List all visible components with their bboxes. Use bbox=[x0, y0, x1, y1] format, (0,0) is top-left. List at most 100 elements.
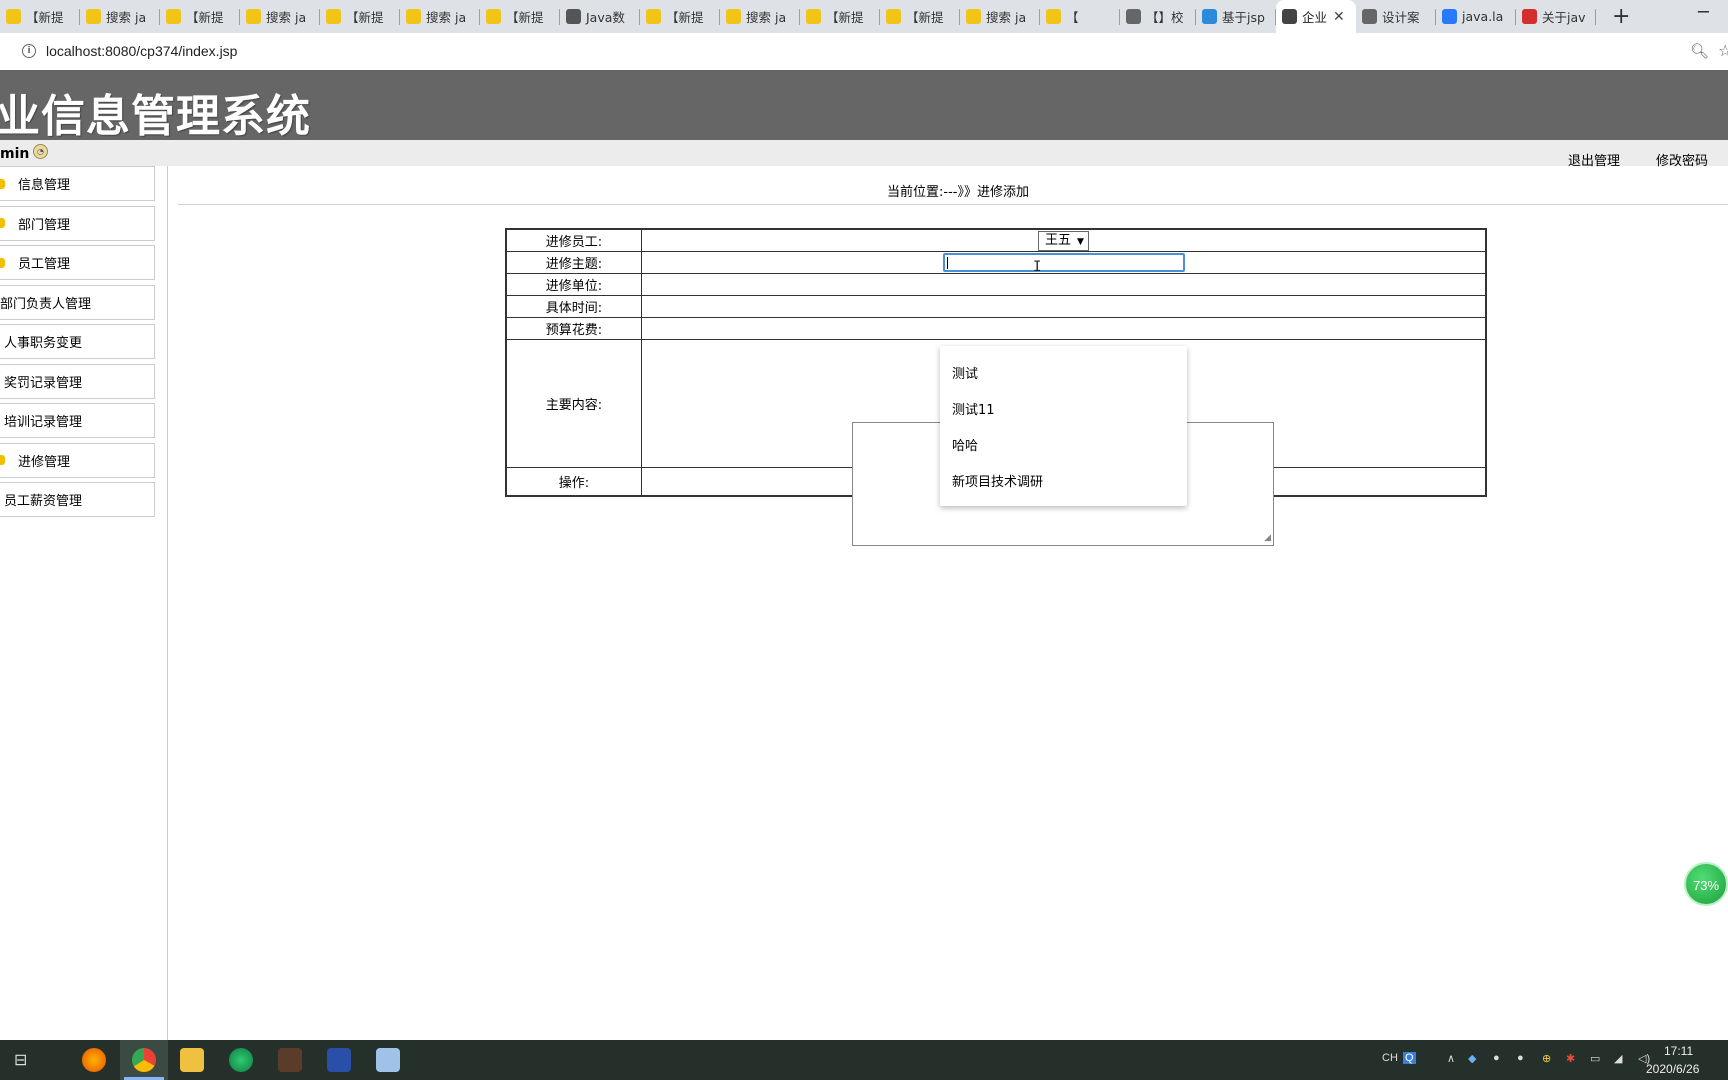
tab-title: 搜索 ja bbox=[986, 10, 1027, 25]
menu-bullet-icon bbox=[0, 178, 5, 189]
tab-favicon-icon bbox=[1046, 9, 1061, 24]
browser-tab[interactable]: java.la bbox=[1436, 0, 1516, 33]
new-tab-button[interactable]: + bbox=[1612, 4, 1630, 29]
topic-cell bbox=[641, 251, 1487, 274]
speed-badge[interactable]: 73% bbox=[1684, 862, 1728, 906]
browser-tab[interactable]: 【】校 bbox=[1120, 0, 1196, 33]
task-view-icon[interactable]: ⊟ bbox=[14, 1050, 27, 1070]
address-bar: i localhost:8080/cp374/index.jsp 🔍︎ ☆ bbox=[0, 33, 1728, 71]
tray-qq2-icon[interactable]: ● bbox=[1517, 1052, 1524, 1064]
app-blue-icon[interactable] bbox=[327, 1048, 351, 1072]
firefox-icon[interactable] bbox=[82, 1048, 106, 1072]
time-input-cell[interactable] bbox=[641, 295, 1487, 318]
sidebar-item[interactable]: 部门负责人管理 bbox=[0, 284, 155, 320]
bookmark-star-icon[interactable]: ☆ bbox=[1718, 41, 1728, 60]
site-info-icon[interactable]: i bbox=[22, 44, 36, 58]
employee-label: 进修员工: bbox=[505, 228, 642, 252]
menu-bullet-icon bbox=[0, 218, 5, 228]
browser-tab[interactable]: 【 bbox=[1040, 0, 1120, 33]
tab-favicon-icon bbox=[726, 9, 741, 24]
app-green-icon[interactable] bbox=[229, 1048, 253, 1072]
browser-tab[interactable]: 基于jsp bbox=[1196, 0, 1276, 33]
breadcrumb-divider bbox=[178, 204, 1728, 205]
sidebar-item-label: 部门管理 bbox=[18, 217, 71, 233]
browser-tab[interactable]: 关于jav bbox=[1516, 0, 1596, 33]
ime-indicator[interactable]: CH bbox=[1382, 1052, 1398, 1064]
budget-input-cell[interactable] bbox=[641, 317, 1487, 340]
browser-tab[interactable]: 搜索 ja bbox=[960, 0, 1040, 33]
username: min bbox=[0, 146, 30, 162]
browser-tab[interactable]: 设计案 bbox=[1356, 0, 1436, 33]
sidebar-item-label: 进修管理 bbox=[18, 454, 71, 470]
browser-tab[interactable]: 【新提 bbox=[880, 0, 960, 33]
browser-tab[interactable]: 【新提 bbox=[800, 0, 880, 33]
clock-date[interactable]: 2020/6/26 bbox=[1646, 1062, 1699, 1076]
sidebar-item[interactable]: 人事职务变更 bbox=[0, 324, 155, 359]
sidebar-item[interactable]: 进修管理 bbox=[0, 442, 155, 478]
sidebar-item-label: 部门负责人管理 bbox=[0, 296, 92, 312]
tab-favicon-icon bbox=[806, 9, 821, 24]
logout-link[interactable]: 退出管理 bbox=[1568, 150, 1620, 169]
browser-tab[interactable]: 【新提 bbox=[640, 0, 720, 33]
autocomplete-option[interactable]: 测试11 bbox=[952, 399, 995, 418]
unit-input-cell[interactable] bbox=[641, 273, 1487, 296]
autocomplete-option[interactable]: 新项目技术调研 bbox=[952, 471, 1043, 490]
url-field[interactable]: localhost:8080/cp374/index.jsp bbox=[46, 43, 237, 59]
ime-q-icon[interactable]: Q bbox=[1403, 1052, 1416, 1064]
tray-app-icon[interactable]: ✱ bbox=[1566, 1052, 1575, 1065]
battery-icon[interactable]: ▭ bbox=[1590, 1052, 1600, 1065]
sidebar-item[interactable]: 部门管理 bbox=[0, 205, 155, 241]
tab-title: 设计案 bbox=[1382, 10, 1420, 25]
sidebar-item[interactable]: 奖罚记录管理 bbox=[0, 363, 155, 399]
browser-tab[interactable]: 搜索 ja bbox=[240, 0, 320, 33]
tab-separator bbox=[1595, 9, 1596, 25]
browser-tab[interactable]: 【新提 bbox=[480, 0, 560, 33]
sidebar-item-label: 人事职务变更 bbox=[4, 336, 83, 351]
sidebar-item-label: 培训记录管理 bbox=[4, 415, 83, 430]
sidebar-item[interactable]: 员工管理 bbox=[0, 245, 155, 280]
browser-tab[interactable]: 搜索 ja bbox=[720, 0, 800, 33]
browser-tab[interactable]: 【新提 bbox=[160, 0, 240, 33]
clock-time[interactable]: 17:11 bbox=[1664, 1044, 1693, 1058]
tab-favicon-icon bbox=[646, 9, 661, 24]
resize-grip-icon[interactable]: ◢ bbox=[1264, 533, 1271, 543]
tab-favicon-icon bbox=[406, 9, 421, 24]
browser-tab-active[interactable]: 企业 ✕ bbox=[1276, 0, 1356, 33]
tray-plus-icon[interactable]: ⊕ bbox=[1542, 1052, 1551, 1065]
tab-favicon-icon bbox=[1442, 9, 1457, 24]
employee-select[interactable]: 王五 ▼ bbox=[1038, 231, 1089, 251]
tray-chevron-icon[interactable]: ∧ bbox=[1447, 1052, 1455, 1065]
chrome-icon[interactable] bbox=[132, 1048, 156, 1072]
app-game-icon[interactable] bbox=[278, 1048, 302, 1072]
header-banner: 业信息管理系统 bbox=[0, 70, 1728, 142]
browser-tab[interactable]: 【新提 bbox=[0, 0, 80, 33]
tab-title: 搜索 ja bbox=[426, 10, 467, 25]
budget-label: 预算花费: bbox=[505, 317, 642, 340]
browser-tab[interactable]: 搜索 ja bbox=[400, 0, 480, 33]
wifi-icon[interactable]: ◢ bbox=[1614, 1052, 1622, 1065]
sidebar-item[interactable]: 员工薪资管理 bbox=[0, 482, 155, 517]
app-notepad-icon[interactable] bbox=[376, 1048, 400, 1072]
sidebar-item[interactable]: 培训记录管理 bbox=[0, 403, 155, 438]
file-explorer-icon[interactable] bbox=[180, 1048, 204, 1072]
tray-qq-icon[interactable]: ● bbox=[1493, 1052, 1500, 1064]
tab-favicon-icon bbox=[246, 9, 261, 24]
tab-favicon-icon bbox=[1126, 9, 1141, 24]
sidebar-item[interactable]: 信息管理 bbox=[0, 166, 155, 201]
tray-shield-icon[interactable]: ◆ bbox=[1468, 1052, 1476, 1065]
autocomplete-option[interactable]: 测试 bbox=[952, 363, 978, 382]
topic-input[interactable] bbox=[942, 253, 1185, 272]
autocomplete-option[interactable]: 哈哈 bbox=[952, 435, 978, 454]
browser-tab[interactable]: 【新提 bbox=[320, 0, 400, 33]
change-password-link[interactable]: 修改密码 bbox=[1656, 150, 1708, 169]
browser-tab[interactable]: 搜索 ja bbox=[80, 0, 160, 33]
minimize-window-button[interactable]: ─ bbox=[1698, 2, 1709, 23]
tab-title: 搜索 ja bbox=[106, 10, 147, 25]
close-tab-icon[interactable]: ✕ bbox=[1333, 9, 1345, 25]
tab-favicon-icon bbox=[166, 9, 181, 24]
zoom-icon[interactable]: 🔍︎ bbox=[1690, 42, 1709, 60]
tab-title: 【】校 bbox=[1146, 10, 1184, 25]
tab-title: 【新提 bbox=[826, 10, 864, 25]
tab-favicon-icon bbox=[566, 9, 581, 24]
browser-tab[interactable]: Java数 bbox=[560, 0, 640, 33]
